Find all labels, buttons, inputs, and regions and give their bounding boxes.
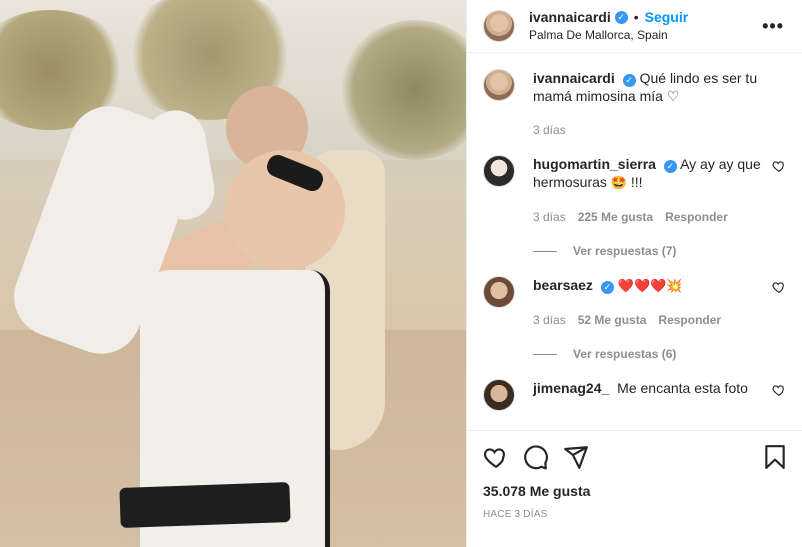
author-avatar[interactable] <box>483 10 515 42</box>
comment-avatar[interactable] <box>483 379 515 411</box>
post-photo[interactable] <box>0 0 466 547</box>
share-icon[interactable] <box>563 444 589 470</box>
comment-text: Me encanta esta foto <box>617 380 748 396</box>
verified-badge-icon: ✓ <box>600 281 614 294</box>
post-location[interactable]: Palma De Mallorca, Spain <box>529 26 688 44</box>
action-icons <box>483 431 786 483</box>
comment-like-heart-icon[interactable] <box>772 159 786 173</box>
heart-icon[interactable] <box>483 444 509 470</box>
caption-time[interactable]: 3 días <box>533 121 566 139</box>
reply-button[interactable]: Responder <box>665 208 728 226</box>
replies-line <box>533 353 557 355</box>
author-username[interactable]: ivannaicardi <box>529 8 611 26</box>
comment-time[interactable]: 3 días <box>533 311 566 329</box>
comment-username[interactable]: bearsaez <box>533 277 593 293</box>
comment-meta: 3 días 225 Me gusta Responder <box>533 208 763 226</box>
replies-line <box>533 250 557 252</box>
reply-button[interactable]: Responder <box>658 311 721 329</box>
post-time-ago[interactable]: HACE 3 DÍAS <box>483 509 786 520</box>
post-header: ivannaicardi ✓ • Seguir Palma De Mallorc… <box>467 0 802 53</box>
more-options-icon[interactable]: ••• <box>762 17 784 35</box>
comment-like-heart-icon[interactable] <box>772 280 786 294</box>
comment-like-heart-icon[interactable] <box>772 383 786 397</box>
comment-row: hugomartin_sierra ✓ Ay ay ay que hermosur… <box>483 155 786 260</box>
comments-list[interactable]: ivannaicardi ✓ Qué lindo es ser tu mamá m… <box>467 53 802 430</box>
caption-meta: 3 días <box>533 121 763 139</box>
caption-row: ivannaicardi ✓ Qué lindo es ser tu mamá m… <box>483 69 786 139</box>
view-replies-label: Ver respuestas (7) <box>573 244 677 258</box>
view-replies-button[interactable]: Ver respuestas (6) <box>533 345 763 363</box>
comment-likes[interactable]: 52 Me gusta <box>578 311 647 329</box>
comment-username[interactable]: hugomartin_sierra <box>533 156 656 172</box>
verified-badge-icon: ✓ <box>614 10 628 24</box>
comment-likes[interactable]: 225 Me gusta <box>578 208 653 226</box>
comment-row: jimenag24_ Me encanta esta foto <box>483 379 786 411</box>
separator-dot: • <box>633 9 639 25</box>
comment-avatar[interactable] <box>483 155 515 187</box>
verified-badge-icon: ✓ <box>622 74 636 87</box>
follow-button[interactable]: Seguir <box>645 8 689 26</box>
caption-username[interactable]: ivannaicardi <box>533 70 615 86</box>
verified-badge-icon: ✓ <box>663 160 677 173</box>
author-info: ivannaicardi ✓ • Seguir Palma De Mallorc… <box>529 8 688 44</box>
caption-avatar[interactable] <box>483 69 515 101</box>
view-replies-button[interactable]: Ver respuestas (7) <box>533 242 763 260</box>
comment-time[interactable]: 3 días <box>533 208 566 226</box>
comment-meta: 3 días 52 Me gusta Responder <box>533 311 763 329</box>
comment-username[interactable]: jimenag24_ <box>533 380 609 396</box>
comment-row: bearsaez ✓ ❤️❤️❤️💥 3 días 52 Me gusta Res… <box>483 276 786 363</box>
bookmark-icon[interactable] <box>762 444 788 470</box>
comment-emoji: 🤩 <box>610 175 627 190</box>
comment-avatar[interactable] <box>483 276 515 308</box>
comment-icon[interactable] <box>523 444 549 470</box>
instagram-post: ivannaicardi ✓ • Seguir Palma De Mallorc… <box>0 0 802 547</box>
view-replies-label: Ver respuestas (6) <box>573 347 677 361</box>
comment-suffix: !!! <box>627 174 643 190</box>
photo-belt <box>119 482 291 528</box>
caption-heart-emoji: ♡ <box>666 88 680 104</box>
comment-emoji: ❤️❤️❤️💥 <box>617 278 683 293</box>
post-actions: 35.078 Me gusta HACE 3 DÍAS <box>467 430 802 547</box>
likes-count[interactable]: 35.078 Me gusta <box>483 483 786 499</box>
post-side-panel: ivannaicardi ✓ • Seguir Palma De Mallorc… <box>466 0 802 547</box>
